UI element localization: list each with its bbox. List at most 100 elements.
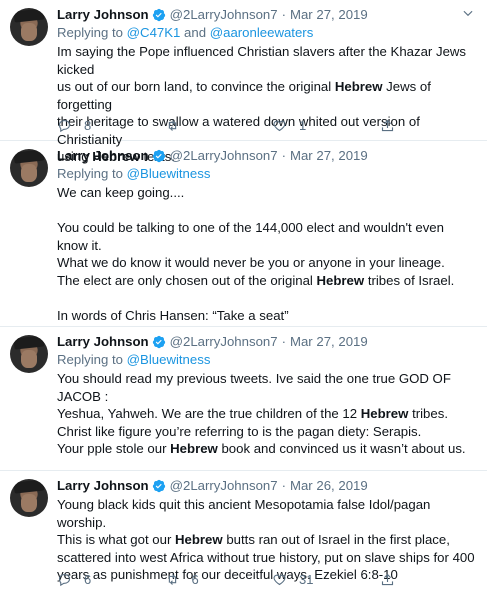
like-count: 1	[299, 117, 307, 133]
reply-button[interactable]: 6	[57, 572, 165, 587]
text-run: The elect are only chosen out of the ori…	[57, 272, 317, 288]
tweet-2[interactable]: Larry Johnson @2LarryJohnson7 · Mar 27, …	[0, 141, 487, 327]
like-button[interactable]: 1	[272, 118, 380, 133]
like-button[interactable]: 31	[272, 572, 380, 587]
chevron-down-icon[interactable]	[461, 6, 475, 20]
text-run: You could be talking to one of the 144,0…	[57, 220, 444, 253]
tweet-line: us out of our born land, to convince the…	[57, 78, 475, 113]
author-handle[interactable]: @2LarryJohnson7	[170, 147, 278, 165]
hashtag-highlight: Hebrew	[334, 79, 383, 94]
text-run: book and convinced us it wasn’t about us…	[217, 441, 466, 456]
tweet-text: You should read my previous tweets. Ive …	[57, 370, 475, 458]
share-button[interactable]	[380, 572, 487, 587]
replying-to-label: Replying to	[57, 166, 123, 181]
replying-and: and	[184, 25, 207, 40]
separator-dot: ·	[281, 334, 286, 349]
tweet-line: Im saying the Pope influenced Christian …	[57, 43, 475, 78]
separator-dot: ·	[281, 7, 286, 22]
replying-to: Replying to @C47K1 and @aaronleewaters	[57, 24, 475, 42]
mention-link[interactable]: @C47K1	[127, 25, 181, 40]
tweet-line: You should read my previous tweets. Ive …	[57, 370, 475, 405]
tweet-line: Young black kids quit this ancient Mesop…	[57, 496, 475, 531]
tweet-line: You could be talking to one of the 144,0…	[57, 219, 475, 254]
verified-badge-icon	[152, 8, 165, 22]
retweet-button[interactable]	[165, 118, 273, 133]
hashtag-highlight: Hebrew	[316, 272, 365, 288]
text-run: We can keep going....	[57, 185, 185, 200]
reply-count: 6	[84, 571, 92, 587]
verified-badge-icon	[152, 149, 165, 163]
tweet-line	[57, 289, 475, 307]
reply-icon	[58, 119, 71, 132]
text-run: This is what got our	[57, 532, 176, 547]
author-name[interactable]: Larry Johnson	[57, 477, 149, 495]
hashtag-highlight: Hebrew	[175, 532, 223, 547]
avatar[interactable]	[10, 8, 48, 46]
heart-icon	[273, 574, 286, 585]
tweet-text: We can keep going.... You could be talkin…	[57, 184, 475, 324]
tweet-line: Yeshua, Yahweh. We are the true children…	[57, 405, 475, 423]
tweet-line: We can keep going....	[57, 184, 475, 202]
share-icon	[381, 119, 393, 131]
mention-link[interactable]: @aaronleewaters	[210, 25, 314, 40]
tweet-4[interactable]: Larry Johnson @2LarryJohnson7 · Mar 26, …	[0, 471, 487, 595]
verified-badge-icon	[152, 479, 165, 493]
text-run: Christ like figure you’re referring to i…	[57, 423, 422, 439]
text-run: You should read my previous tweets. Ive …	[57, 371, 451, 404]
tweet-line: Your pple stole our Hebrew book and conv…	[57, 440, 475, 458]
share-icon	[381, 573, 393, 585]
avatar[interactable]	[10, 335, 48, 373]
author-name[interactable]: Larry Johnson	[57, 333, 149, 351]
retweet-count: 6	[191, 571, 199, 587]
tweet-line: This is what got our Hebrew butts ran ou…	[57, 531, 475, 549]
tweet-date[interactable]: Mar 27, 2019	[290, 333, 368, 351]
tweet-date[interactable]: Mar 27, 2019	[290, 6, 368, 24]
separator-dot: ·	[281, 478, 286, 493]
tweet-date[interactable]: Mar 27, 2019	[290, 147, 368, 165]
text-run: tribes.	[408, 406, 448, 421]
separator-dot: ·	[281, 148, 286, 163]
verified-badge-icon	[152, 335, 165, 349]
avatar[interactable]	[10, 149, 48, 187]
retweet-icon	[168, 573, 176, 585]
author-handle[interactable]: @2LarryJohnson7	[170, 6, 278, 24]
avatar[interactable]	[10, 479, 48, 517]
replying-to-label: Replying to	[57, 352, 123, 367]
author-handle[interactable]: @2LarryJohnson7	[170, 333, 278, 351]
hashtag-highlight: Hebrew	[360, 406, 409, 421]
text-run: Young black kids quit this ancient Mesop…	[57, 497, 431, 530]
retweet-icon	[168, 119, 176, 131]
tweet-3[interactable]: Larry Johnson @2LarryJohnson7 · Mar 27, …	[0, 327, 487, 471]
text-run: butts ran out of Israel in the first pla…	[222, 532, 450, 547]
replying-to: Replying to @Bluewitness	[57, 165, 475, 183]
replying-to: Replying to @Bluewitness	[57, 351, 475, 369]
reply-icon	[58, 573, 71, 586]
text-run: In words of Chris Hansen: “Take a seat”	[57, 307, 289, 323]
share-button[interactable]	[380, 118, 487, 133]
retweet-button[interactable]: 6	[165, 572, 273, 587]
text-run: What we do know it would never be you or…	[57, 255, 445, 270]
text-run: Your pple stole our	[57, 441, 171, 456]
reply-count: 8	[84, 117, 92, 133]
reply-button[interactable]: 8	[57, 118, 165, 133]
tweet-line	[57, 202, 475, 220]
mention-link[interactable]: @Bluewitness	[127, 166, 211, 181]
tweet-line: The elect are only chosen out of the ori…	[57, 272, 475, 290]
mention-link[interactable]: @Bluewitness	[127, 352, 211, 367]
like-count: 31	[299, 571, 314, 587]
author-handle[interactable]: @2LarryJohnson7	[170, 477, 278, 495]
tweet-line: Christ like figure you’re referring to i…	[57, 423, 475, 441]
replying-to-label: Replying to	[57, 25, 123, 40]
text-run: tribes of Israel.	[364, 272, 455, 288]
tweet-date[interactable]: Mar 26, 2019	[290, 477, 368, 495]
tweet-line: scattered into west Africa without true …	[57, 549, 475, 567]
author-name[interactable]: Larry Johnson	[57, 6, 149, 24]
hashtag-highlight: Hebrew	[170, 441, 218, 456]
text-run: Yeshua, Yahweh. We are the true children…	[57, 406, 361, 421]
tweet-1[interactable]: Larry Johnson @2LarryJohnson7 · Mar 27, …	[0, 0, 487, 164]
tweet-line: In words of Chris Hansen: “Take a seat”	[57, 307, 475, 325]
text-run: scattered into west Africa without true …	[57, 549, 475, 565]
author-name[interactable]: Larry Johnson	[57, 147, 149, 165]
heart-icon	[273, 120, 286, 131]
tweet-line: What we do know it would never be you or…	[57, 254, 475, 272]
